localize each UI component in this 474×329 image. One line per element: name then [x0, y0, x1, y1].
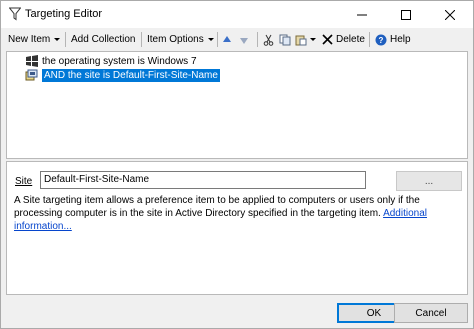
add-collection-button[interactable]: Add Collection	[71, 31, 135, 48]
delete-label: Delete	[336, 34, 365, 45]
toolbar-separator	[257, 32, 258, 47]
site-icon	[25, 69, 38, 81]
help-icon: ?	[375, 34, 387, 45]
delete-button[interactable]: Delete	[322, 31, 365, 48]
toolbar: New Item Add Collection Item Options Del…	[1, 29, 473, 50]
toolbar-separator	[369, 32, 370, 47]
close-icon	[445, 9, 455, 20]
delete-icon	[322, 34, 333, 45]
paste-icon	[295, 35, 307, 45]
arrow-down-icon	[240, 37, 248, 44]
scissors-icon	[263, 34, 274, 46]
filter-icon	[8, 7, 22, 21]
close-button[interactable]	[428, 1, 472, 28]
maximize-button[interactable]	[384, 1, 428, 28]
tree-item-label: the operating system is Windows 7	[42, 55, 197, 67]
new-item-button[interactable]: New Item	[8, 31, 61, 48]
browse-button[interactable]: ...	[396, 171, 462, 191]
description-text: A Site targeting item allows a preferenc…	[14, 194, 454, 233]
details-panel: Site Default-First-Site-Name ... A Site …	[6, 161, 468, 295]
tree-item-operating-system[interactable]: the operating system is Windows 7	[25, 54, 197, 68]
site-label: Site	[15, 176, 32, 187]
maximize-icon	[401, 9, 411, 20]
chevron-down-icon	[310, 38, 316, 41]
help-button[interactable]: ? Help	[375, 31, 411, 48]
tree-item-site[interactable]: AND the site is Default-First-Site-Name	[25, 68, 220, 82]
move-up-button[interactable]	[222, 31, 232, 48]
paste-options-button[interactable]	[310, 31, 316, 48]
new-item-label: New Item	[8, 34, 51, 45]
item-options-button[interactable]: Item Options	[147, 31, 214, 48]
copy-icon	[279, 34, 291, 45]
chevron-down-icon	[54, 38, 61, 41]
help-label: Help	[390, 34, 411, 45]
site-input[interactable]: Default-First-Site-Name	[40, 171, 366, 189]
move-down-button[interactable]	[239, 31, 249, 48]
add-collection-label: Add Collection	[71, 34, 136, 45]
minimize-button[interactable]	[340, 1, 384, 28]
site-label-text: Site	[15, 176, 33, 187]
targeting-editor-window: Targeting Editor New Item Add Collection…	[0, 0, 474, 329]
os-icon	[26, 55, 38, 67]
toolbar-separator	[141, 32, 142, 47]
window-title: Targeting Editor	[25, 8, 103, 20]
description-body: A Site targeting item allows a preferenc…	[14, 195, 420, 219]
toolbar-separator	[217, 32, 218, 47]
paste-button[interactable]	[295, 31, 307, 48]
targeting-tree[interactable]: the operating system is Windows 7 AND th…	[6, 51, 468, 159]
tree-item-label: AND the site is Default-First-Site-Name	[42, 68, 220, 82]
title-bar: Targeting Editor	[1, 1, 473, 28]
chevron-down-icon	[207, 38, 214, 41]
cancel-button[interactable]: Cancel	[394, 303, 468, 323]
toolbar-separator	[65, 32, 66, 47]
minimize-icon	[357, 14, 367, 15]
copy-button[interactable]	[279, 31, 291, 48]
arrow-up-icon	[223, 35, 231, 42]
svg-text:?: ?	[379, 36, 384, 45]
item-options-label: Item Options	[147, 34, 204, 45]
cut-button[interactable]	[263, 31, 274, 48]
